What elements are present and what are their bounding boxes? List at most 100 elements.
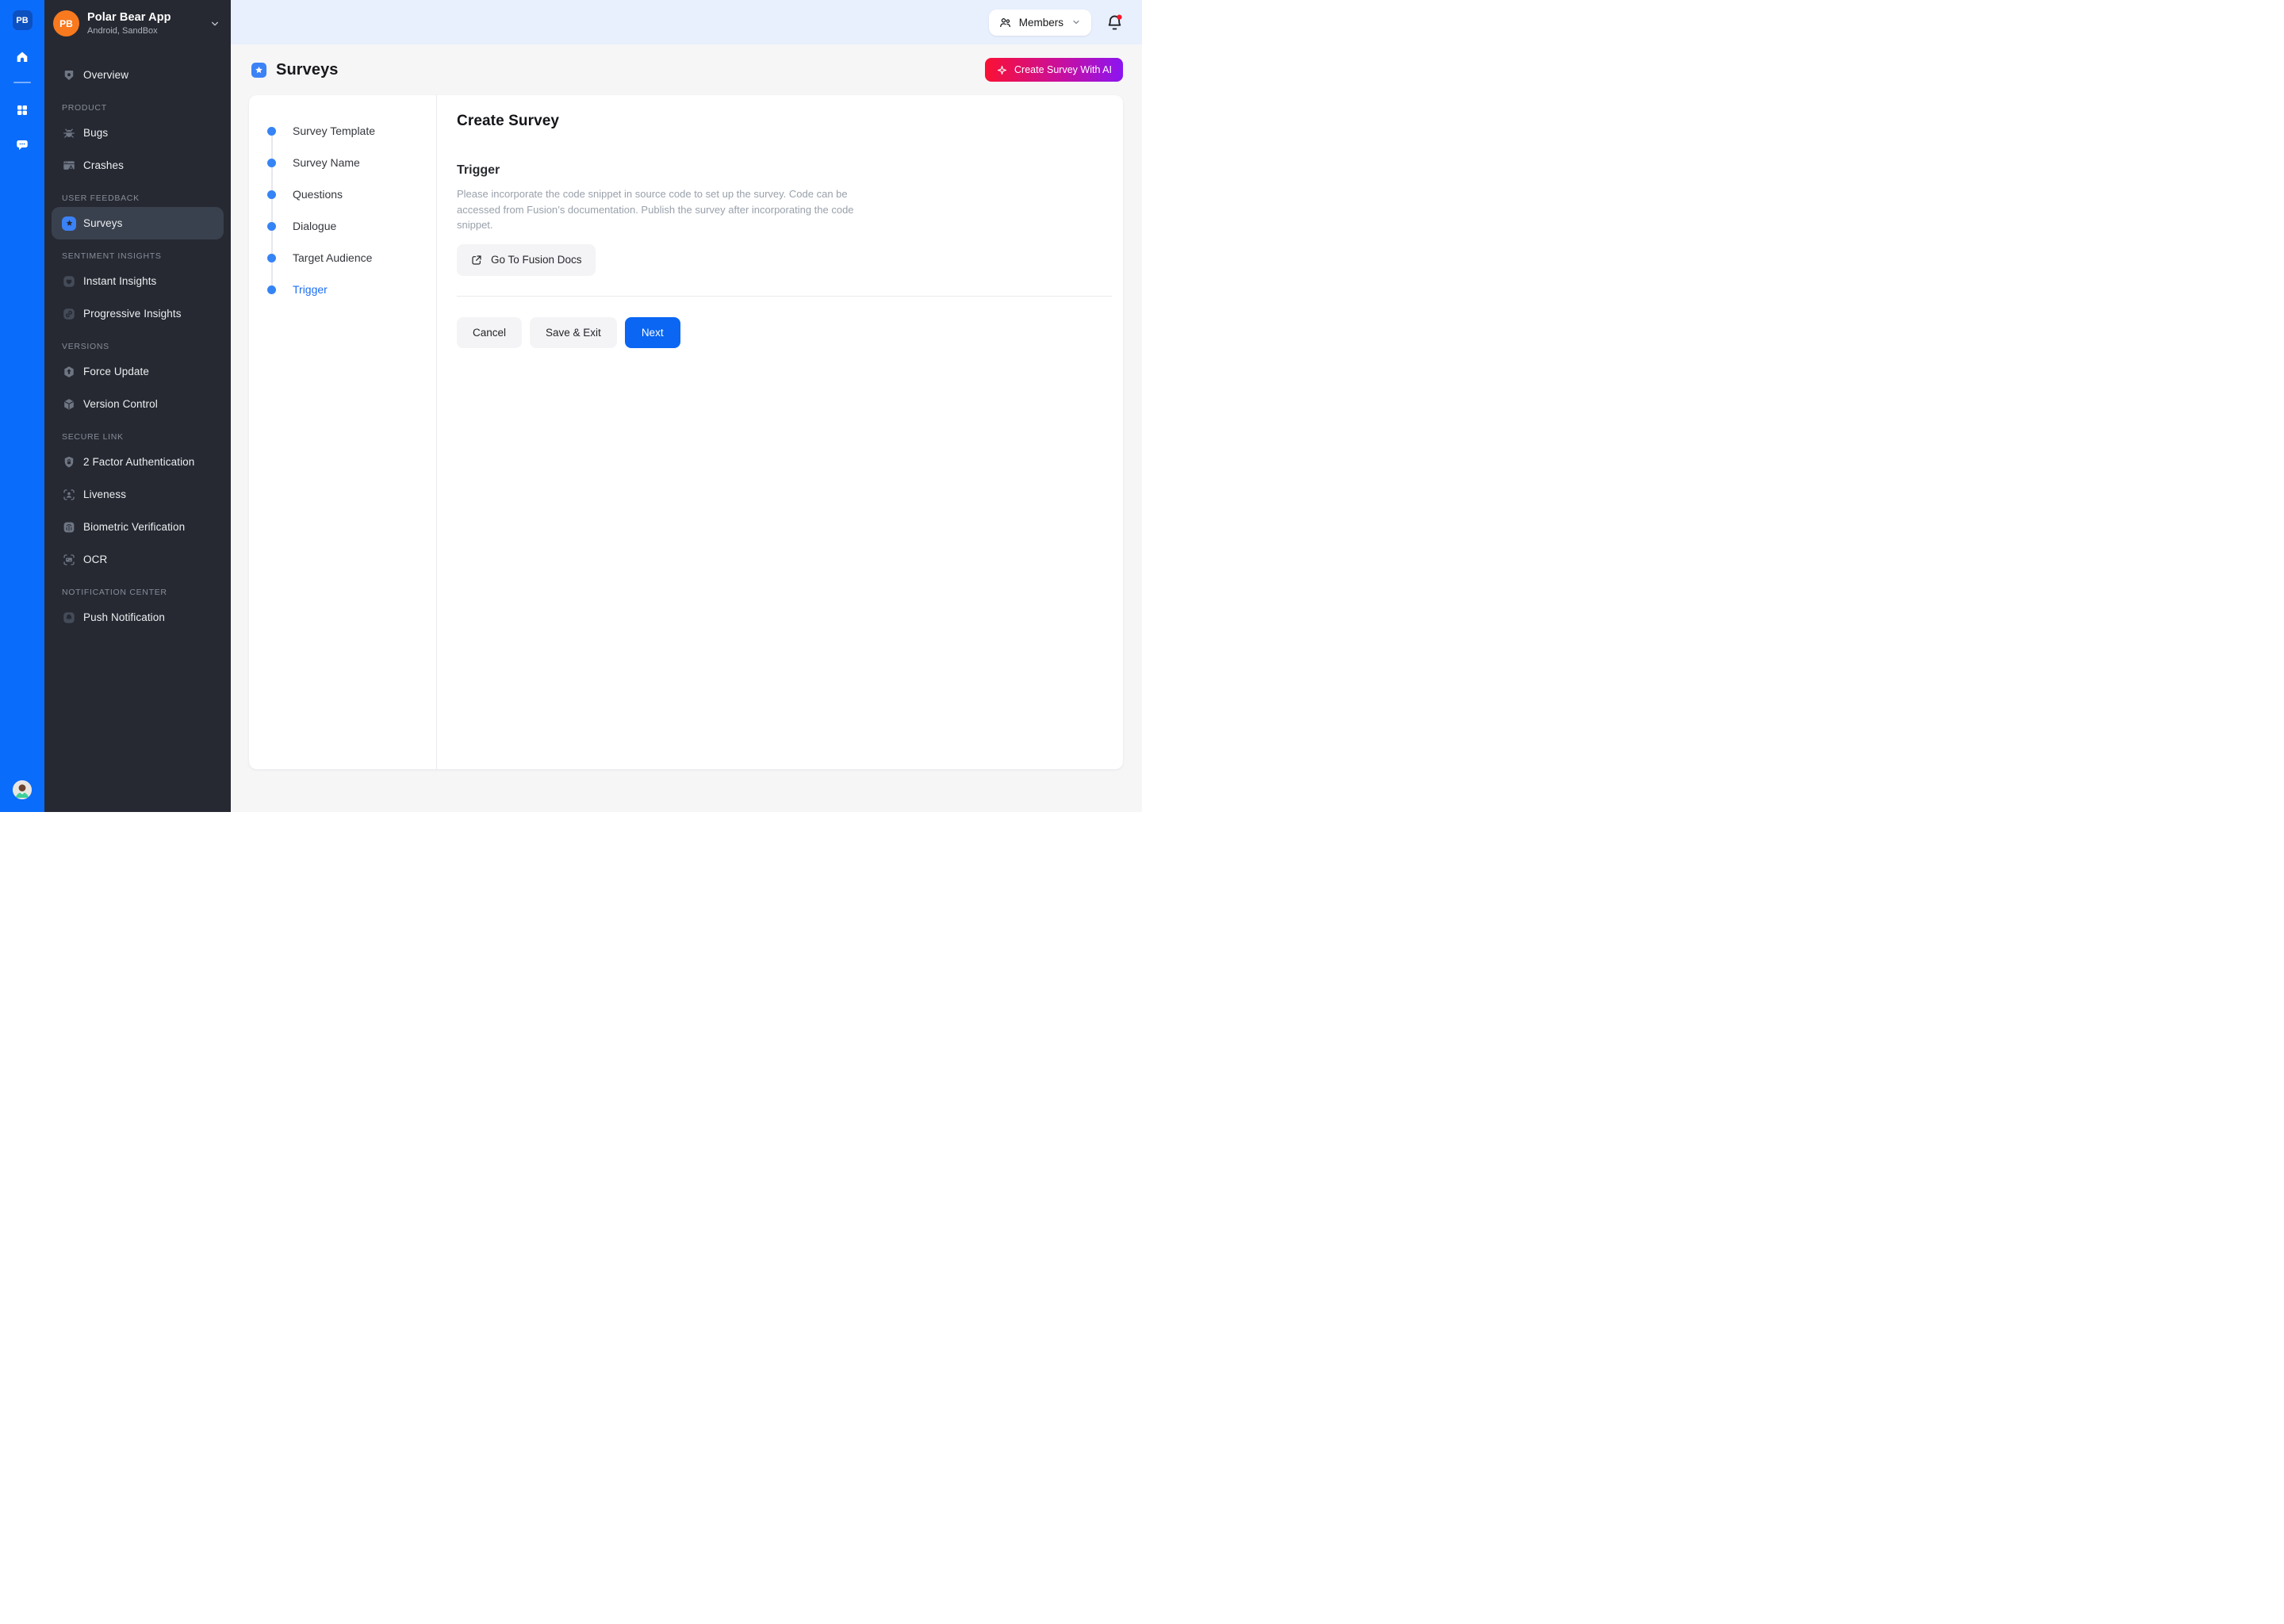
sidebar-section-user-feedback: USER FEEDBACK <box>62 193 224 203</box>
step-dot-icon <box>267 159 276 167</box>
step-target-audience[interactable]: Target Audience <box>249 242 436 274</box>
step-label: Target Audience <box>293 251 372 264</box>
step-dot-icon <box>267 127 276 136</box>
bug-icon <box>62 126 76 140</box>
sidebar-item-biometric-verification[interactable]: Biometric Verification <box>52 511 224 543</box>
icon-rail: PB <box>0 0 44 812</box>
step-dialogue[interactable]: Dialogue <box>249 210 436 242</box>
sidebar-item-label: OCR <box>83 553 107 565</box>
card-scan-icon <box>62 553 76 567</box>
hexagon-up-icon <box>62 365 76 379</box>
page-header: Surveys Create Survey With AI <box>231 44 1142 95</box>
sidebar-item-version-control[interactable]: Version Control <box>52 388 224 420</box>
sidebar-item-label: Overview <box>83 69 128 81</box>
create-survey-ai-button[interactable]: Create Survey With AI <box>985 58 1123 82</box>
cube-icon <box>62 397 76 412</box>
sidebar-item-progressive-insights[interactable]: Progressive Insights <box>52 297 224 330</box>
wizard-stepper: Survey Template Survey Name Questions Dialo… <box>249 95 437 769</box>
members-label: Members <box>1019 17 1063 29</box>
chat-icon[interactable] <box>13 137 32 153</box>
chevron-down-icon <box>1071 17 1082 28</box>
workspace-logo-initials: PB <box>16 16 28 25</box>
sidebar-item-surveys[interactable]: Surveys <box>52 207 224 239</box>
topbar: Members <box>231 0 1142 44</box>
step-label: Dialogue <box>293 220 336 232</box>
wizard-title: Create Survey <box>457 113 1104 130</box>
save-exit-button[interactable]: Save & Exit <box>530 317 617 348</box>
sidebar-item-ocr[interactable]: OCR <box>52 543 224 576</box>
step-dot-icon <box>267 222 276 231</box>
cancel-button[interactable]: Cancel <box>457 317 522 348</box>
app-root: PB PB Polar Bear App Android, SandBox O <box>0 0 1142 812</box>
step-trigger[interactable]: Trigger <box>249 274 436 305</box>
sidebar-item-label: Instant Insights <box>83 275 156 287</box>
wizard-actions: Cancel Save & Exit Next <box>457 317 1104 348</box>
step-dot-icon <box>267 190 276 199</box>
sidebar-item-label: 2 Factor Authentication <box>83 456 194 468</box>
apps-grid-icon[interactable] <box>13 102 32 118</box>
notification-dot <box>1117 14 1121 19</box>
sidebar-item-label: Biometric Verification <box>83 521 185 533</box>
step-label: Survey Name <box>293 156 360 169</box>
sidebar-item-label: Crashes <box>83 159 124 171</box>
create-survey-card: Survey Template Survey Name Questions Dialo… <box>249 95 1123 769</box>
sidebar-item-overview[interactable]: Overview <box>52 59 224 91</box>
step-label: Survey Template <box>293 124 375 137</box>
sidebar-section-product: PRODUCT <box>62 103 224 113</box>
sidebar-section-sentiment-insights: SENTIMENT INSIGHTS <box>62 251 224 261</box>
page-title: Surveys <box>276 61 339 79</box>
external-link-icon <box>470 254 483 266</box>
overview-icon <box>62 68 76 82</box>
sidebar-item-label: Bugs <box>83 127 108 139</box>
chevron-down-icon <box>209 17 221 30</box>
rail-divider <box>13 82 31 83</box>
sparkle-icon <box>996 64 1008 76</box>
sidebar-nav: Overview PRODUCT Bugs Crashes USER FEEDBACK S… <box>44 44 231 634</box>
sidebar-section-versions: VERSIONS <box>62 342 224 351</box>
sidebar-item-instant-insights[interactable]: Instant Insights <box>52 265 224 297</box>
fingerprint-icon <box>62 520 76 534</box>
sidebar: PB Polar Bear App Android, SandBox Overv… <box>44 0 231 812</box>
step-dot-icon <box>267 285 276 294</box>
next-button[interactable]: Next <box>625 317 680 348</box>
members-button[interactable]: Members <box>989 10 1091 36</box>
workspace-logo[interactable]: PB <box>13 10 33 30</box>
shield-lock-icon <box>62 455 76 469</box>
trigger-section-heading: Trigger <box>457 163 1104 178</box>
face-scan-icon <box>62 488 76 502</box>
sidebar-item-label: Liveness <box>83 488 126 500</box>
user-avatar[interactable] <box>13 780 32 799</box>
sidebar-item-label: Push Notification <box>83 611 165 623</box>
fusion-docs-label: Go To Fusion Docs <box>491 254 582 266</box>
sidebar-item-label: Force Update <box>83 366 149 377</box>
sidebar-item-push-notification[interactable]: Push Notification <box>52 601 224 634</box>
heart-icon <box>62 274 76 289</box>
workspace-name: Polar Bear App <box>87 11 171 24</box>
workspace-switcher[interactable]: PB Polar Bear App Android, SandBox <box>44 0 231 44</box>
create-survey-ai-label: Create Survey With AI <box>1014 64 1112 75</box>
step-questions[interactable]: Questions <box>249 178 436 210</box>
workspace-subtitle: Android, SandBox <box>87 26 171 36</box>
sidebar-item-force-update[interactable]: Force Update <box>52 355 224 388</box>
step-label: Trigger <box>293 283 328 296</box>
notifications-bell-icon[interactable] <box>1105 12 1125 33</box>
step-dot-icon <box>267 254 276 262</box>
home-icon[interactable] <box>13 49 32 65</box>
fusion-docs-button[interactable]: Go To Fusion Docs <box>457 244 596 276</box>
sidebar-item-2-factor-authentication[interactable]: 2 Factor Authentication <box>52 446 224 478</box>
bell-icon <box>62 611 76 625</box>
sidebar-item-bugs[interactable]: Bugs <box>52 117 224 149</box>
sidebar-item-label: Surveys <box>83 217 122 229</box>
sidebar-item-crashes[interactable]: Crashes <box>52 149 224 182</box>
wizard-content: Create Survey Trigger Please incorporate… <box>438 95 1123 769</box>
step-label: Questions <box>293 188 343 201</box>
step-survey-name[interactable]: Survey Name <box>249 147 436 178</box>
sidebar-section-secure-link: SECURE LINK <box>62 432 224 442</box>
step-survey-template[interactable]: Survey Template <box>249 115 436 147</box>
trigger-section-description: Please incorporate the code snippet in s… <box>457 186 889 233</box>
workspace-avatar-initials: PB <box>59 18 73 29</box>
sidebar-item-label: Version Control <box>83 398 158 410</box>
link-icon <box>62 307 76 321</box>
workspace-avatar: PB <box>53 10 79 36</box>
sidebar-item-liveness[interactable]: Liveness <box>52 478 224 511</box>
